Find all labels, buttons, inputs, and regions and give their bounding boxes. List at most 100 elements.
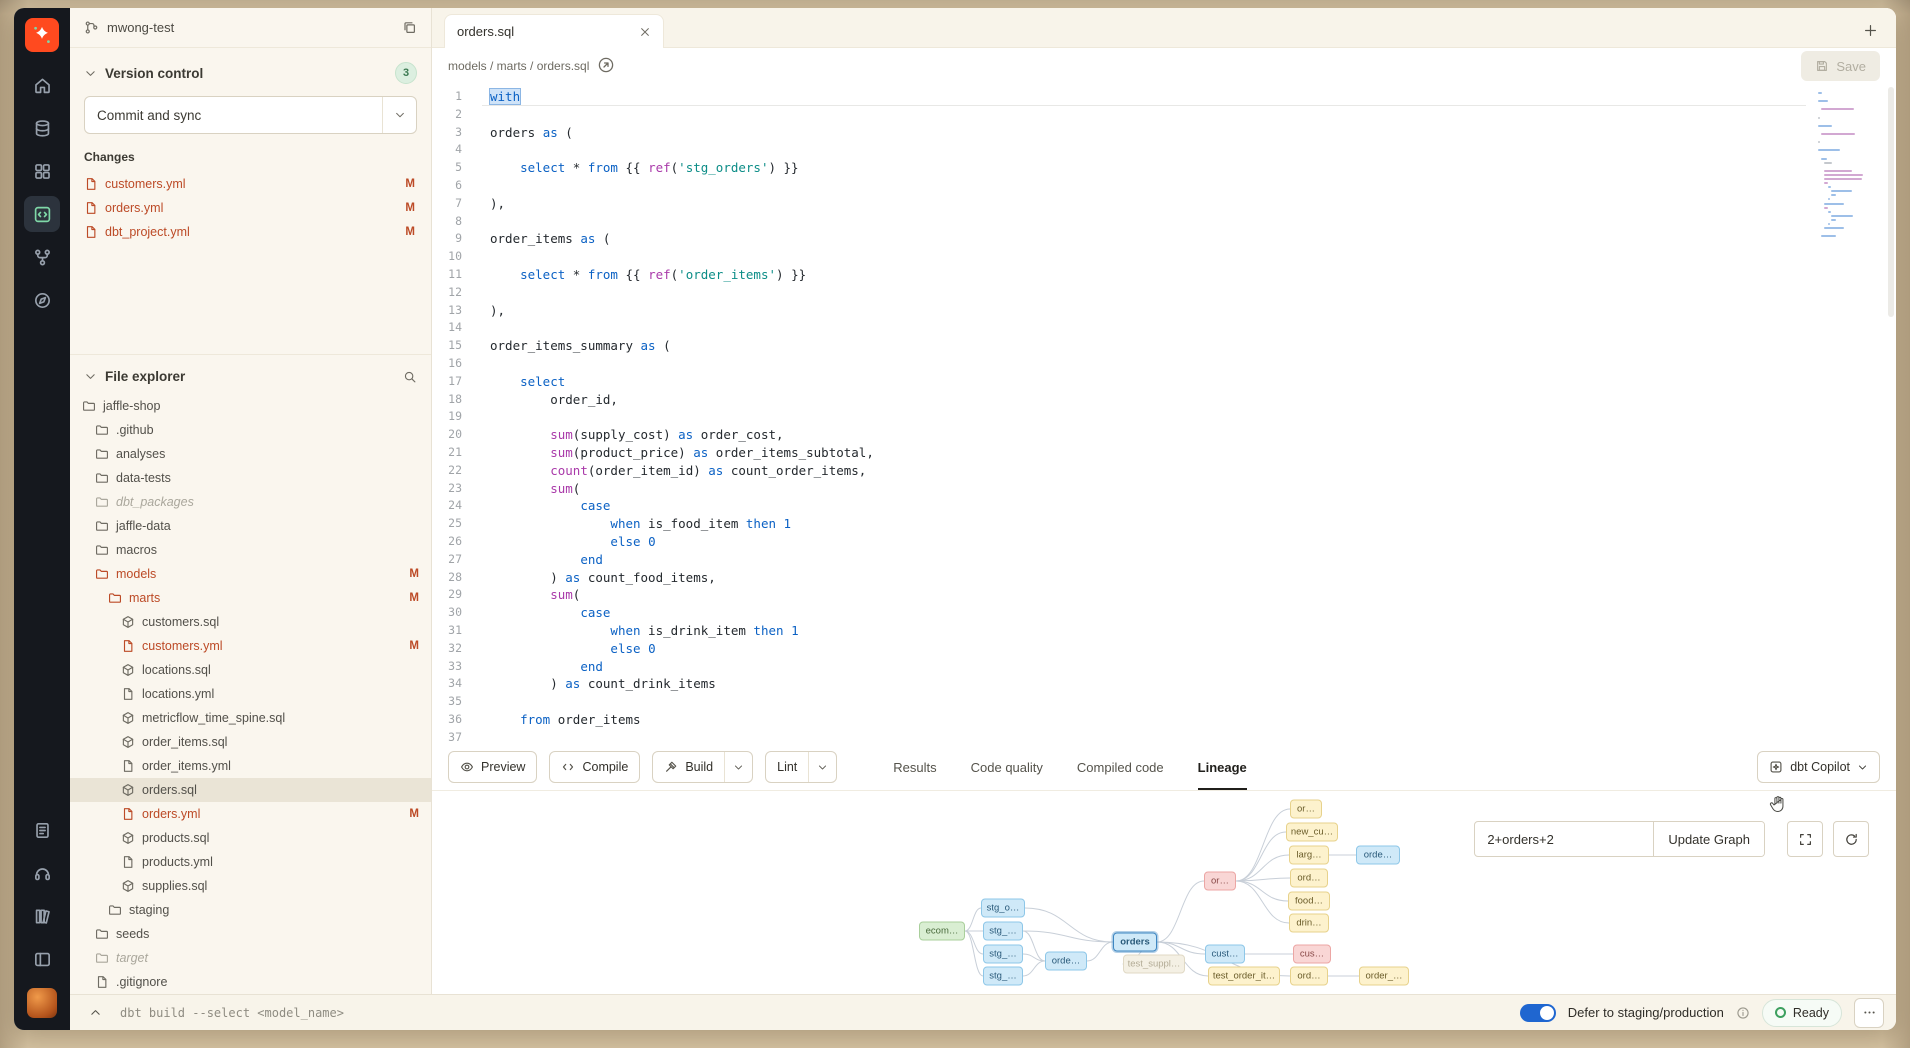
support-headset-icon[interactable] — [24, 855, 60, 891]
scrollbar-thumb[interactable] — [1888, 87, 1894, 317]
lineage-node-ord2[interactable]: ord… — [1290, 967, 1328, 986]
file-tree-item[interactable]: orders.ymlM — [70, 802, 431, 826]
panel-tab-lineage[interactable]: Lineage — [1198, 744, 1247, 790]
code-line[interactable]: 27 end — [432, 551, 1806, 569]
build-options-chevron-icon[interactable] — [724, 752, 752, 782]
code-line[interactable]: 9order_items as ( — [432, 230, 1806, 248]
code-line[interactable]: 14 — [432, 319, 1806, 337]
file-tree-item[interactable]: target — [70, 946, 431, 970]
lineage-node-food[interactable]: food… — [1288, 892, 1330, 911]
file-tree-item[interactable]: products.sql — [70, 826, 431, 850]
code-line[interactable]: 8 — [432, 213, 1806, 231]
panel-tab-compiled-code[interactable]: Compiled code — [1077, 744, 1164, 790]
file-tree-item[interactable]: products.yml — [70, 850, 431, 874]
changed-file-row[interactable]: customers.ymlM — [84, 172, 417, 196]
code-line[interactable]: 21 sum(product_price) as order_items_sub… — [432, 444, 1806, 462]
chevron-up-icon[interactable] — [82, 1000, 108, 1026]
code-line[interactable]: 1with — [432, 88, 1806, 106]
file-tree-item[interactable]: data-tests — [70, 466, 431, 490]
copy-icon[interactable] — [402, 20, 417, 35]
code-line[interactable]: 31 when is_drink_item then 1 — [432, 622, 1806, 640]
commit-options-chevron-icon[interactable] — [382, 97, 416, 133]
code-line[interactable]: 3orders as ( — [432, 124, 1806, 142]
chevron-down-icon[interactable] — [84, 67, 97, 80]
code-line[interactable]: 28 ) as count_food_items, — [432, 569, 1806, 587]
code-line[interactable]: 32 else 0 — [432, 640, 1806, 658]
more-options-button[interactable] — [1854, 998, 1884, 1028]
file-tree-item[interactable]: modelsM — [70, 562, 431, 586]
save-button[interactable]: Save — [1801, 51, 1880, 81]
breadcrumb[interactable]: models / marts / orders.sql — [448, 59, 589, 73]
file-tree-item[interactable]: martsM — [70, 586, 431, 610]
lineage-node-stg1[interactable]: stg_o… — [981, 899, 1025, 918]
lineage-node-ord1[interactable]: ord… — [1290, 869, 1328, 888]
code-line[interactable]: 22 count(order_item_id) as count_order_i… — [432, 462, 1806, 480]
lineage-node-drin[interactable]: drin… — [1289, 914, 1329, 933]
file-tree-item[interactable]: jaffle-data — [70, 514, 431, 538]
lineage-node-ecom[interactable]: ecom… — [919, 922, 965, 941]
code-line[interactable]: 37 — [432, 729, 1806, 744]
defer-toggle[interactable] — [1520, 1004, 1556, 1022]
code-line[interactable]: 24 case — [432, 497, 1806, 515]
file-tree-item[interactable]: dbt_packages — [70, 490, 431, 514]
code-line[interactable]: 20 sum(supply_cost) as order_cost, — [432, 426, 1806, 444]
command-input[interactable]: dbt build --select <model_name> — [120, 1006, 344, 1020]
file-tree-item[interactable]: metricflow_time_spine.sql — [70, 706, 431, 730]
lineage-node-cust[interactable]: cust… — [1205, 945, 1245, 964]
user-avatar[interactable] — [27, 988, 57, 1018]
file-tree-item[interactable]: .gitignore — [70, 970, 431, 994]
new-tab-button[interactable] — [1856, 17, 1884, 45]
file-tree-item[interactable]: locations.yml — [70, 682, 431, 706]
preview-button[interactable]: Preview — [448, 751, 537, 783]
lineage-node-stg2[interactable]: stg_… — [983, 922, 1023, 941]
code-line[interactable]: 26 else 0 — [432, 533, 1806, 551]
compile-button[interactable]: Compile — [549, 751, 640, 783]
code-line[interactable]: 4 — [432, 141, 1806, 159]
changed-file-row[interactable]: orders.ymlM — [84, 196, 417, 220]
file-tree-item[interactable]: analyses — [70, 442, 431, 466]
commit-and-sync-button[interactable]: Commit and sync — [84, 96, 417, 134]
ide-icon[interactable] — [24, 196, 60, 232]
lineage-node-testsup[interactable]: test_suppl… — [1123, 955, 1185, 974]
code-line[interactable]: 16 — [432, 355, 1806, 373]
code-line[interactable]: 29 sum( — [432, 586, 1806, 604]
lineage-node-ory[interactable]: or… — [1290, 800, 1322, 819]
git-fork-icon[interactable] — [24, 239, 60, 275]
file-tree-item[interactable]: .github — [70, 418, 431, 442]
code-line[interactable]: 33 end — [432, 658, 1806, 676]
file-tree-item[interactable]: customers.sql — [70, 610, 431, 634]
open-link-icon[interactable] — [597, 56, 617, 76]
code-line[interactable]: 18 order_id, — [432, 391, 1806, 409]
code-editor[interactable]: 1with23orders as (45 select * from {{ re… — [432, 84, 1896, 744]
lint-options-chevron-icon[interactable] — [808, 752, 836, 782]
status-badge[interactable]: Ready — [1762, 999, 1842, 1027]
lineage-node-orditm[interactable]: orde… — [1045, 952, 1087, 971]
refresh-icon[interactable] — [1833, 821, 1869, 857]
lineage-node-larg[interactable]: larg… — [1289, 846, 1329, 865]
file-tree-item[interactable]: macros — [70, 538, 431, 562]
code-line[interactable]: 15order_items_summary as ( — [432, 337, 1806, 355]
panel-tab-results[interactable]: Results — [893, 744, 936, 790]
notebook-icon[interactable] — [24, 812, 60, 848]
panel-icon[interactable] — [24, 941, 60, 977]
lineage-node-newcu[interactable]: new_cu… — [1286, 823, 1338, 842]
code-line[interactable]: 7), — [432, 195, 1806, 213]
code-line[interactable]: 34 ) as count_drink_items — [432, 675, 1806, 693]
apps-grid-icon[interactable] — [24, 153, 60, 189]
home-icon[interactable] — [24, 67, 60, 103]
file-tree-item[interactable]: order_items.sql — [70, 730, 431, 754]
editor-scrollbar[interactable] — [1886, 84, 1896, 744]
lineage-node-testoi[interactable]: test_order_it… — [1208, 967, 1280, 986]
lineage-node-cuspink[interactable]: cus… — [1293, 945, 1331, 964]
code-line[interactable]: 30 case — [432, 604, 1806, 622]
code-line[interactable]: 6 — [432, 177, 1806, 195]
file-tree-item[interactable]: customers.ymlM — [70, 634, 431, 658]
lineage-selector-input[interactable] — [1475, 822, 1653, 856]
fullscreen-icon[interactable] — [1787, 821, 1823, 857]
info-icon[interactable] — [1736, 1006, 1750, 1020]
file-tree-item[interactable]: orders.sql — [70, 778, 431, 802]
code-line[interactable]: 12 — [432, 284, 1806, 302]
code-line[interactable]: 17 select — [432, 373, 1806, 391]
dbt-logo[interactable] — [25, 18, 59, 52]
editor-tab-orders-sql[interactable]: orders.sql — [444, 14, 664, 48]
